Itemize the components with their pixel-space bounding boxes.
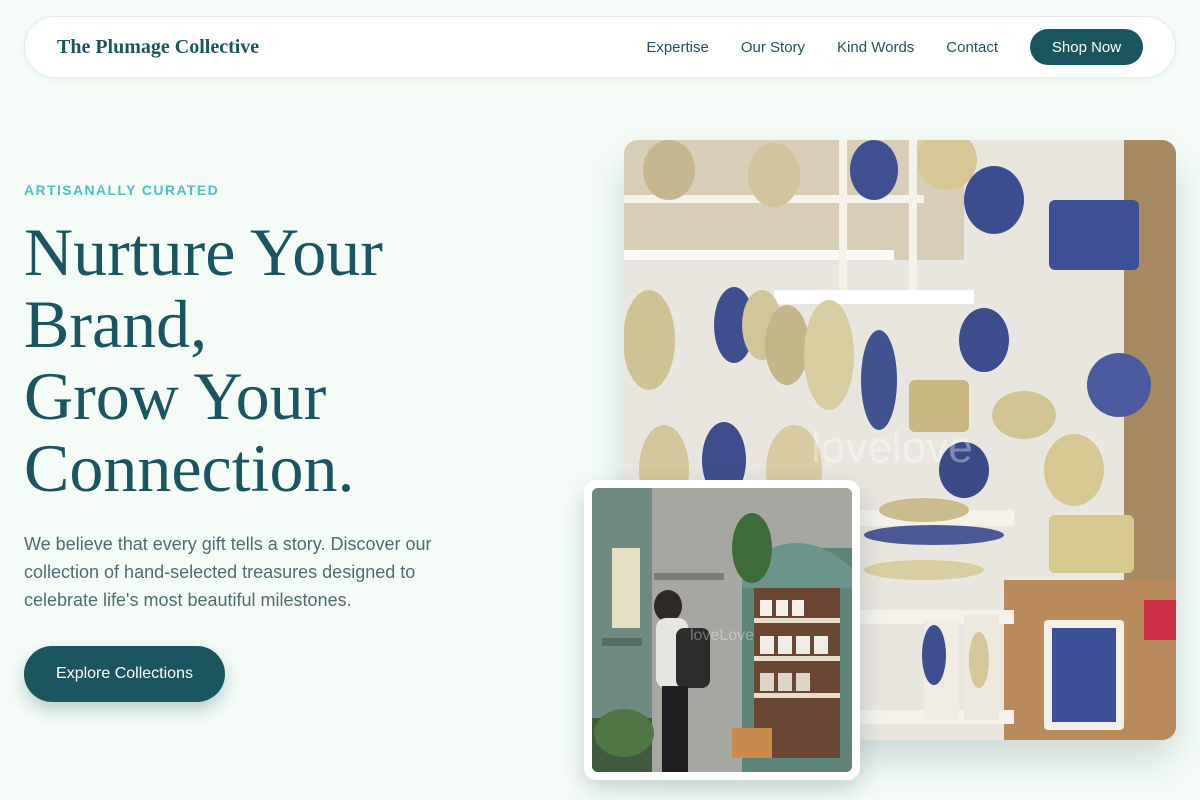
shop-now-button[interactable]: Shop Now [1030,29,1143,65]
headline-line: Connection. [24,430,355,506]
headline-line: Brand, [24,286,208,362]
nav-link-our-story[interactable]: Our Story [741,39,805,56]
gift-shop-browsing-photo: loveLove [584,480,860,780]
gift-shop-illustration: loveLove [592,488,852,772]
hero-headline: Nurture Your Brand, Grow Your Connection… [24,216,544,504]
nav-link-kind-words[interactable]: Kind Words [837,39,914,56]
headline-line: Nurture Your [24,214,383,290]
headline-line: Grow Your [24,358,327,434]
explore-collections-button[interactable]: Explore Collections [24,646,225,702]
brand-logo[interactable]: The Plumage Collective [57,36,259,59]
watermark-text: lovelove [811,423,972,472]
nav-link-expertise[interactable]: Expertise [646,39,709,56]
hero-description: We believe that every gift tells a story… [24,534,432,610]
nav-link-contact[interactable]: Contact [946,39,998,56]
main-menu: Expertise Our Story Kind Words Contact S… [614,29,1143,65]
top-navigation: The Plumage Collective Expertise Our Sto… [24,16,1176,78]
hero-eyebrow: ARTISANALLY CURATED [24,182,220,198]
watermark-text: loveLove [690,627,754,644]
